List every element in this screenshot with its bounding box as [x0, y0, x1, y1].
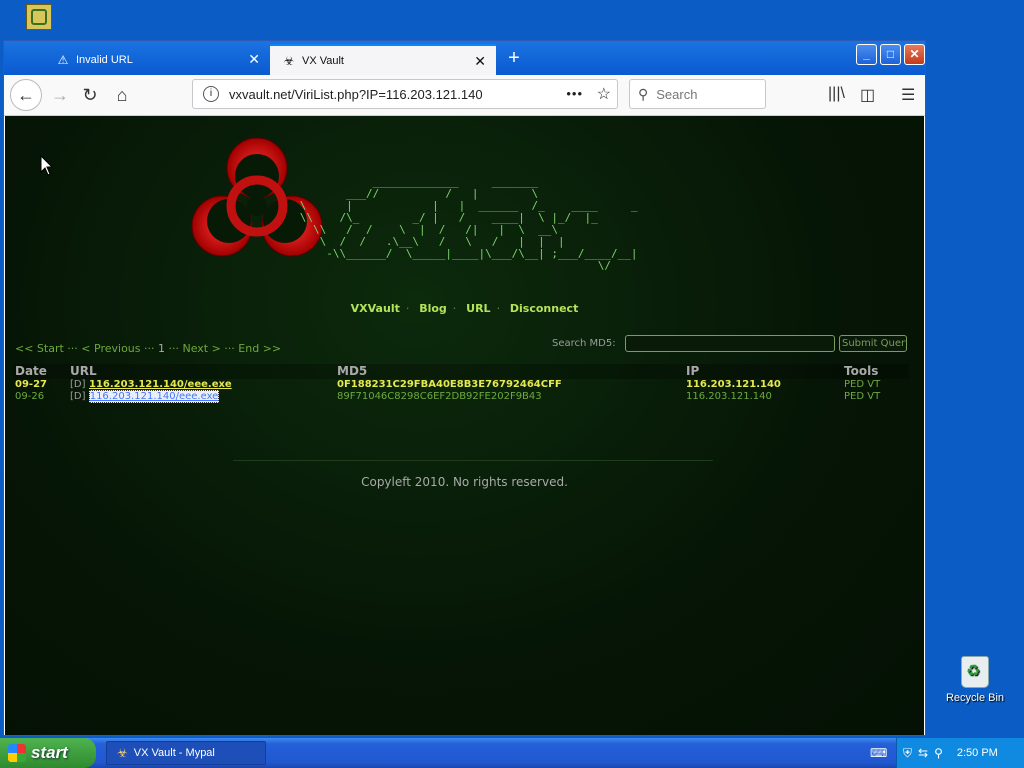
site-nav: VXVault · Blog · URL · Disconnect — [350, 302, 579, 315]
tab-vx-vault[interactable]: ☣ VX Vault ✕ — [270, 44, 496, 75]
windows-logo-icon — [8, 744, 26, 762]
row-url-cell: [D] 116.203.121.140/eee.exe — [70, 379, 232, 390]
tab-label: VX Vault — [302, 54, 344, 67]
nav-link-url[interactable]: URL — [466, 302, 490, 315]
pagination: << Start ··· < Previous ··· 1 ··· Next >… — [15, 342, 282, 355]
back-button[interactable]: ← — [10, 79, 42, 111]
search-icon: ⚲ — [638, 85, 649, 102]
row-tag[interactable]: [D] — [70, 379, 86, 390]
keyboard-icon[interactable]: ⌨ — [870, 746, 887, 760]
search-icon[interactable]: ⚲ — [934, 746, 943, 760]
network-icon[interactable]: ⇆ — [918, 746, 928, 760]
vxvault-ascii-logo: _____________ _______ ___// / | \ \ | | … — [299, 175, 638, 272]
header-ip: IP — [686, 364, 700, 378]
warning-icon: ⚠ — [57, 52, 69, 67]
tab-bar: ⚠ Invalid URL ✕ ☣ VX Vault ✕ + _ □ ✕ — [4, 41, 925, 75]
md5-search-input[interactable] — [625, 335, 835, 352]
row-tools[interactable]: PED VT — [844, 391, 880, 402]
nav-link-blog[interactable]: Blog — [419, 302, 447, 315]
recycle-bin[interactable]: Recycle Bin — [940, 656, 1010, 704]
close-icon[interactable]: ✕ — [248, 51, 260, 68]
search-placeholder: Search — [656, 86, 698, 102]
browser-window: ⚠ Invalid URL ✕ ☣ VX Vault ✕ + _ □ ✕ ← →… — [3, 40, 926, 736]
forward-button[interactable]: → — [46, 81, 74, 109]
pager-previous[interactable]: < Previous — [81, 342, 140, 355]
search-md5-label: Search MD5: — [552, 338, 616, 349]
clock: 2:50 PM — [956, 747, 998, 759]
row-date: 09-27 — [15, 379, 47, 390]
row-date: 09-26 — [15, 391, 45, 402]
nav-link-disconnect[interactable]: Disconnect — [510, 302, 578, 315]
search-input[interactable]: ⚲ Search — [629, 79, 766, 109]
bookmark-star-icon[interactable]: ☆ — [597, 84, 611, 104]
header-date: Date — [15, 364, 47, 378]
library-icon[interactable]: |||\ — [828, 85, 845, 103]
malware-table: Date URL MD5 IP Tools 09-27 [D] 116.203.… — [13, 364, 909, 403]
taskbar-item-label: VX Vault - Mypal — [133, 747, 215, 759]
info-icon[interactable]: i — [203, 86, 219, 102]
hamburger-menu-icon[interactable]: ☰ — [901, 85, 915, 105]
security-shield-icon[interactable]: ⛨ — [903, 746, 912, 761]
home-button[interactable]: ⌂ — [108, 81, 136, 109]
row-url-cell: [D] 116.203.121.140/eee.exe — [70, 390, 220, 403]
sidebar-icon[interactable]: ◫ — [860, 85, 875, 105]
row-tag[interactable]: [D] — [70, 391, 86, 402]
submit-query-button[interactable]: Submit Query — [839, 335, 907, 352]
divider — [233, 460, 713, 461]
close-icon[interactable]: ✕ — [474, 53, 486, 70]
recycle-bin-icon — [961, 656, 989, 688]
taskbar-item-browser[interactable]: ☣ VX Vault - Mypal — [106, 741, 266, 765]
row-url-link-selected[interactable]: 116.203.121.140/eee.exe — [88, 390, 220, 403]
copyleft-footer: Copyleft 2010. No rights reserved. — [361, 475, 568, 489]
reload-button[interactable]: ↻ — [76, 81, 104, 109]
desktop-shortcut-icon[interactable] — [26, 4, 52, 30]
address-bar[interactable]: i vxvault.net/ViriList.php?IP=116.203.12… — [192, 79, 618, 109]
system-tray: ⛨ ⇆ ⚲ 2:50 PM — [896, 738, 1024, 768]
row-tools[interactable]: PED VT — [844, 379, 880, 390]
pager-end[interactable]: End >> — [238, 342, 281, 355]
recycle-bin-label: Recycle Bin — [945, 692, 1005, 704]
navigation-bar: ← → ↻ ⌂ i vxvault.net/ViriList.php?IP=11… — [4, 75, 925, 116]
page-actions-icon[interactable]: ••• — [566, 86, 583, 101]
minimize-button[interactable]: _ — [856, 44, 877, 65]
new-tab-button[interactable]: + — [502, 45, 526, 71]
start-button[interactable]: start — [0, 738, 96, 768]
row-ip[interactable]: 116.203.121.140 — [686, 391, 772, 402]
pager-start[interactable]: << Start — [15, 342, 64, 355]
table-row: 09-26 [D] 116.203.121.140/eee.exe 89F710… — [13, 390, 909, 403]
row-md5[interactable]: 89F71046C8298C6EF2DB92FE202F9B43 — [337, 391, 542, 402]
page-content: _____________ _______ ___// / | \ \ | | … — [5, 116, 924, 735]
pager-next[interactable]: Next > — [182, 342, 220, 355]
taskbar: start ☣ VX Vault - Mypal ⌨ ⛨ ⇆ ⚲ 2:50 PM — [0, 738, 1024, 768]
row-ip[interactable]: 116.203.121.140 — [686, 379, 781, 390]
row-url-link[interactable]: 116.203.121.140/eee.exe — [89, 379, 232, 390]
tab-invalid-url[interactable]: ⚠ Invalid URL ✕ — [44, 44, 270, 75]
pager-current: 1 — [157, 342, 165, 355]
header-url: URL — [70, 364, 97, 378]
row-md5[interactable]: 0F188231C29FBA40E8B3E76792464CFF — [337, 379, 562, 390]
url-text: vxvault.net/ViriList.php?IP=116.203.121.… — [229, 86, 483, 102]
table-header: Date URL MD5 IP Tools — [13, 364, 909, 379]
close-window-button[interactable]: ✕ — [904, 44, 925, 65]
tab-label: Invalid URL — [76, 53, 133, 66]
biohazard-icon: ☣ — [117, 746, 128, 760]
maximize-button[interactable]: □ — [880, 44, 901, 65]
biohazard-icon: ☣ — [283, 53, 295, 68]
start-label: start — [31, 743, 68, 762]
header-md5: MD5 — [337, 364, 368, 378]
nav-link-vxvault[interactable]: VXVault — [351, 302, 400, 315]
header-tools: Tools — [844, 364, 879, 378]
